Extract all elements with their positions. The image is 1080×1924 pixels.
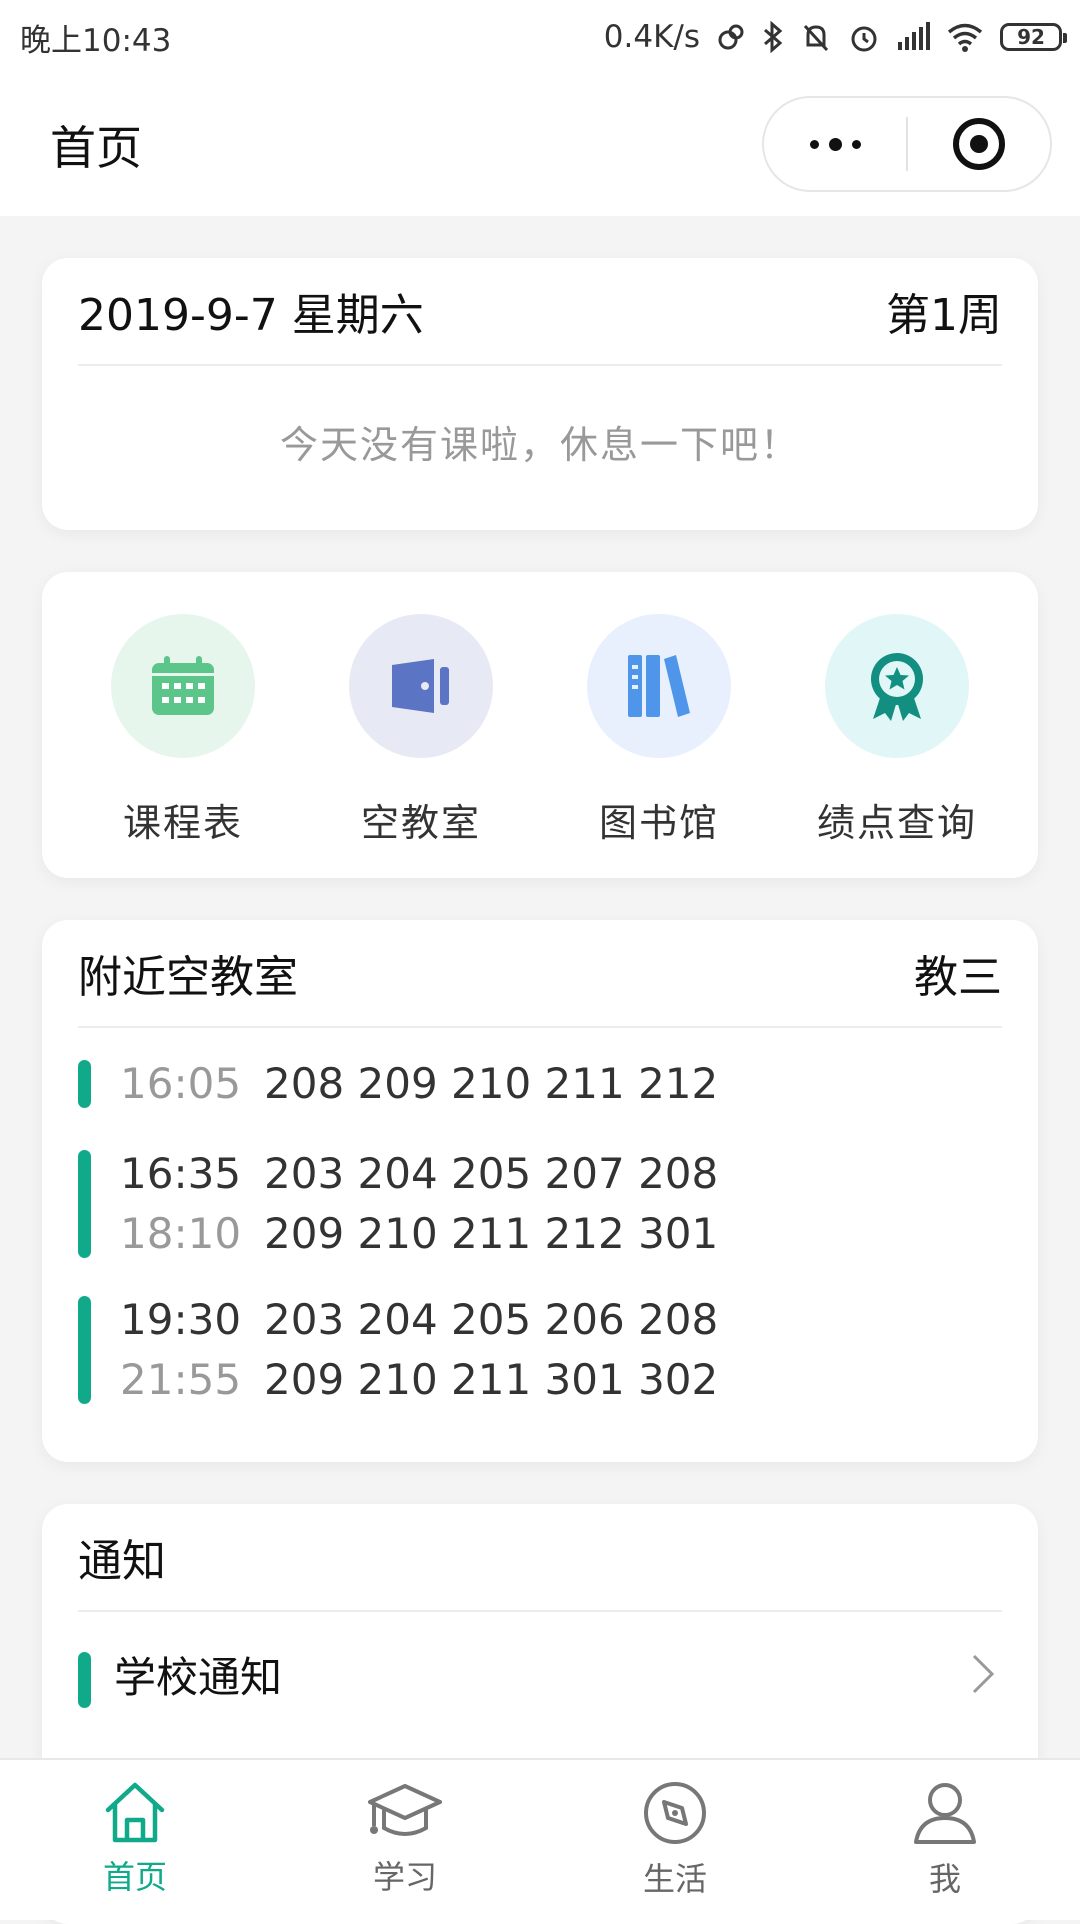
books-icon — [587, 614, 731, 758]
bluetooth-icon — [764, 21, 783, 53]
slot-start-time: 16:35 — [120, 1149, 242, 1198]
notice-item-school[interactable]: 学校通知 — [78, 1612, 1002, 1736]
bottom-tab-bar: 首页 学习 生活 我 — [0, 1758, 1080, 1920]
notices-title: 通知 — [78, 1536, 166, 1587]
quick-link-library[interactable]: 图书馆 — [544, 614, 774, 878]
graduation-cap-icon — [368, 1784, 442, 1836]
quick-link-label: 图书馆 — [598, 801, 719, 845]
award-badge-icon — [825, 614, 969, 758]
quick-link-empty-classroom[interactable]: 空教室 — [306, 614, 536, 878]
slot-end-time: 18:10 — [120, 1209, 242, 1258]
title-bar: 首页 — [0, 74, 1080, 216]
signal-icon — [898, 22, 930, 50]
slot-start-time: 16:05 — [120, 1059, 242, 1108]
status-icons: 0.4K/s 92 — [603, 19, 1067, 55]
time-slot: 19:30 203 204 205 206 208 21:55 209 210 … — [78, 1290, 1002, 1410]
status-time: 晚上10:43 — [20, 22, 172, 59]
slot-rooms: 203 204 205 206 208 — [264, 1295, 719, 1344]
today-card: 2019-9-7 星期六 第1周 今天没有课啦，休息一下吧！ — [42, 258, 1038, 530]
mute-bell-icon — [803, 24, 829, 52]
slot-rooms: 208 209 210 211 212 — [264, 1059, 719, 1108]
slot-rooms: 209 210 211 212 301 — [264, 1209, 719, 1258]
slot-rooms: 203 204 205 207 208 — [264, 1149, 719, 1198]
tab-me[interactable]: 我 — [810, 1760, 1080, 1920]
status-bar: 晚上10:43 0.4K/s 92 — [0, 0, 1080, 74]
time-slot: 16:05 208 209 210 211 212 — [78, 1054, 1002, 1114]
quick-link-label: 绩点查询 — [816, 801, 977, 845]
quick-link-schedule[interactable]: 课程表 — [68, 614, 298, 878]
target-icon — [952, 118, 1005, 170]
slot-end-time: 21:55 — [120, 1355, 242, 1404]
network-speed: 0.4K/s — [603, 19, 700, 55]
link-icon — [718, 24, 744, 50]
door-icon — [349, 614, 493, 758]
battery-indicator: 92 — [1000, 23, 1067, 51]
quick-link-label: 空教室 — [360, 801, 481, 845]
quick-link-gpa[interactable]: 绩点查询 — [782, 614, 1012, 878]
user-icon — [914, 1783, 976, 1844]
calendar-icon — [111, 614, 255, 758]
time-slot: 16:35 203 204 205 207 208 18:10 209 210 … — [78, 1144, 1002, 1264]
nearby-rooms-title: 附近空教室 — [78, 952, 298, 1003]
tab-label: 我 — [928, 1860, 961, 1898]
slot-start-time: 19:30 — [120, 1295, 242, 1344]
tab-label: 学习 — [372, 1858, 437, 1896]
page-title: 首页 — [50, 121, 142, 175]
notice-item-label: 学校通知 — [114, 1652, 283, 1702]
alarm-icon — [851, 26, 877, 52]
more-button[interactable] — [764, 98, 906, 190]
quick-links-card: 课程表 空教室 图书馆 绩点查询 — [42, 572, 1038, 878]
compass-icon — [644, 1782, 706, 1844]
tab-study[interactable]: 学习 — [270, 1760, 540, 1920]
mini-program-capsule — [762, 96, 1052, 192]
quick-link-label: 课程表 — [122, 801, 243, 845]
tab-label: 首页 — [102, 1858, 167, 1896]
tab-home[interactable]: 首页 — [0, 1760, 270, 1920]
wifi-icon — [947, 23, 983, 52]
today-date: 2019-9-7 星期六 — [78, 290, 424, 341]
building-selector[interactable]: 教三 — [914, 941, 1002, 1005]
week-number: 第1周 — [886, 290, 1002, 341]
chevron-right-icon — [972, 1654, 995, 1694]
slot-rooms: 209 210 211 301 302 — [264, 1355, 719, 1404]
tab-life[interactable]: 生活 — [540, 1760, 810, 1920]
home-icon — [105, 1782, 165, 1843]
more-dots-icon — [809, 137, 861, 151]
close-mini-program-button[interactable] — [908, 98, 1050, 190]
tab-label: 生活 — [642, 1860, 707, 1898]
no-class-message: 今天没有课啦，休息一下吧！ — [279, 423, 800, 467]
nearby-rooms-card: 附近空教室 教三 16:05 208 209 210 211 212 16:35… — [42, 920, 1038, 1462]
